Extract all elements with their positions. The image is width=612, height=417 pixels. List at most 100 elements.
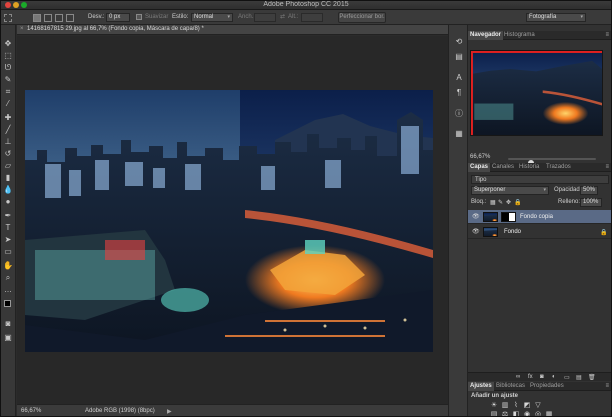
feather-input[interactable]: 0 px [106, 13, 130, 22]
status-bar: 66,67% Adobe RGB (1998) (8bpc) ▶ [17, 404, 448, 417]
layer-row[interactable]: 👁 Fondo 🔒 [468, 225, 612, 239]
marquee-tool-icon[interactable]: ⬚ [3, 51, 13, 61]
tab-histogram[interactable]: Histograma [502, 31, 537, 40]
type-tool-icon[interactable]: T [3, 223, 13, 233]
visibility-eye-icon[interactable]: 👁 [472, 213, 480, 220]
style-label: Estilo: [172, 14, 189, 20]
zoom-slider[interactable] [508, 158, 596, 166]
filter-kind-select[interactable]: Tipo [475, 177, 486, 183]
black-white-icon[interactable]: ◧ [512, 411, 520, 417]
info-panel-icon[interactable]: ⓘ [454, 109, 464, 119]
tab-libraries[interactable]: Bibliotecas [494, 382, 527, 391]
chevron-right-icon[interactable]: ▶ [167, 408, 172, 415]
eyedropper-tool-icon[interactable]: ⁄ [3, 99, 13, 109]
add-mask-icon[interactable]: ◙ [540, 374, 544, 380]
subtract-from-selection-icon[interactable] [55, 14, 63, 22]
brush-presets-icon[interactable]: ▦ [454, 129, 464, 139]
color-balance-icon[interactable]: ⚖ [501, 411, 509, 417]
tab-channels[interactable]: Canales [490, 163, 516, 172]
fill-input[interactable]: 100% [580, 198, 602, 207]
layer-name[interactable]: Fondo [504, 229, 521, 235]
color-lookup-icon[interactable]: ▦ [545, 411, 553, 417]
antialias-checkbox[interactable] [136, 14, 142, 20]
swap-icon[interactable]: ⇄ [280, 13, 285, 22]
document-tab[interactable]: × 14168167815 29.jpg al 66,7% (Fondo cop… [17, 25, 448, 35]
character-panel-icon[interactable]: A [454, 73, 464, 83]
style-select[interactable]: Normal ▾ [191, 13, 233, 22]
hue-saturation-icon[interactable]: ▤ [490, 411, 498, 417]
tab-properties[interactable]: Propiedades [528, 382, 566, 391]
tab-navigator[interactable]: Navegador [468, 31, 504, 40]
healing-brush-tool-icon[interactable]: ✚ [3, 113, 13, 123]
blur-tool-icon[interactable]: 💧 [3, 185, 13, 195]
adjustment-layer-icon[interactable]: ◐ [552, 374, 556, 380]
navigator-thumbnail[interactable] [470, 50, 603, 136]
zoom-tool-icon[interactable]: ⌕ [3, 273, 13, 283]
visibility-eye-icon[interactable]: 👁 [472, 228, 480, 235]
document-image[interactable] [25, 90, 433, 352]
lock-pixels-icon[interactable]: ✎ [498, 199, 503, 206]
paragraph-panel-icon[interactable]: ¶ [454, 88, 464, 98]
add-to-selection-icon[interactable] [44, 14, 52, 22]
quick-selection-tool-icon[interactable]: ✎ [3, 75, 13, 85]
vibrance-icon[interactable]: ▽ [534, 402, 542, 410]
history-panel-icon[interactable]: ⟲ [454, 37, 464, 47]
move-tool-icon[interactable]: ✥ [3, 39, 13, 49]
lasso-tool-icon[interactable]: ᘎ [3, 63, 13, 73]
workspace-select[interactable]: Fotografía ▾ [526, 13, 586, 22]
zoom-level[interactable]: 66,67% [21, 408, 41, 414]
height-input[interactable] [301, 13, 323, 22]
layer-row[interactable]: 👁 Fondo copia [468, 210, 612, 224]
curves-icon[interactable]: ⌇ [512, 402, 520, 410]
eraser-tool-icon[interactable]: ▱ [3, 161, 13, 171]
marquee-tool-preset-icon[interactable] [4, 14, 12, 22]
panel-menu-icon[interactable]: ≡ [605, 31, 609, 40]
foreground-color-swatch[interactable] [4, 300, 11, 307]
exposure-icon[interactable]: ◩ [523, 402, 531, 410]
lock-transparent-icon[interactable]: ▦ [490, 199, 496, 206]
crop-tool-icon[interactable]: ⌗ [3, 87, 13, 97]
screen-mode-icon[interactable]: ▣ [3, 333, 13, 343]
clone-stamp-tool-icon[interactable]: ⊥ [3, 137, 13, 147]
intersect-selection-icon[interactable] [66, 14, 74, 22]
channel-mixer-icon[interactable]: ◎ [534, 411, 542, 417]
pen-tool-icon[interactable]: ✒ [3, 211, 13, 221]
path-selection-tool-icon[interactable]: ➤ [3, 235, 13, 245]
delete-layer-icon[interactable]: 🗑 [588, 374, 596, 381]
brightness-contrast-icon[interactable]: ☀ [490, 402, 498, 410]
levels-icon[interactable]: ▥ [501, 402, 509, 410]
quick-mask-icon[interactable]: ◙ [3, 319, 13, 329]
layer-mask-thumbnail[interactable] [501, 212, 516, 222]
brush-tool-icon[interactable]: ╱ [3, 125, 13, 135]
photo-filter-icon[interactable]: ◉ [523, 411, 531, 417]
new-layer-icon[interactable]: ▤ [576, 374, 582, 381]
link-layers-icon[interactable]: ∞ [516, 374, 520, 380]
layer-style-icon[interactable]: fx [528, 374, 533, 380]
tab-history[interactable]: Historia [517, 163, 541, 172]
new-selection-icon[interactable] [33, 14, 41, 22]
opacity-input[interactable]: 50% [580, 186, 598, 195]
gradient-tool-icon[interactable]: ▮ [3, 173, 13, 183]
lock-position-icon[interactable]: ✥ [506, 199, 511, 206]
canvas-area[interactable] [17, 36, 448, 404]
history-brush-tool-icon[interactable]: ↺ [3, 149, 13, 159]
refine-edge-button[interactable]: Perfeccionar bor. [338, 12, 386, 23]
tab-layers[interactable]: Capas [468, 163, 491, 172]
navigator-zoom-value[interactable]: 66,67% [470, 154, 490, 160]
more-tools-icon[interactable]: … [3, 285, 13, 295]
tab-adjustments[interactable]: Ajustes [468, 382, 494, 391]
actions-panel-icon[interactable]: ▤ [454, 52, 464, 62]
hand-tool-icon[interactable]: ✋ [3, 261, 13, 271]
tab-paths[interactable]: Trazados [544, 163, 573, 172]
panel-menu-icon[interactable]: ≡ [605, 382, 609, 391]
panel-menu-icon[interactable]: ≡ [605, 163, 609, 172]
close-icon[interactable]: × [20, 26, 24, 32]
dodge-tool-icon[interactable]: ● [3, 197, 13, 207]
document-tab-label: 14168167815 29.jpg al 66,7% (Fondo copia… [27, 26, 204, 32]
blend-mode-select[interactable]: Superponer ▾ [471, 186, 549, 195]
new-group-icon[interactable]: ▭ [564, 374, 570, 381]
layer-name[interactable]: Fondo copia [520, 214, 553, 220]
rectangle-tool-icon[interactable]: ▭ [3, 247, 13, 257]
lock-all-icon[interactable]: 🔒 [514, 199, 521, 206]
width-input[interactable] [254, 13, 276, 22]
